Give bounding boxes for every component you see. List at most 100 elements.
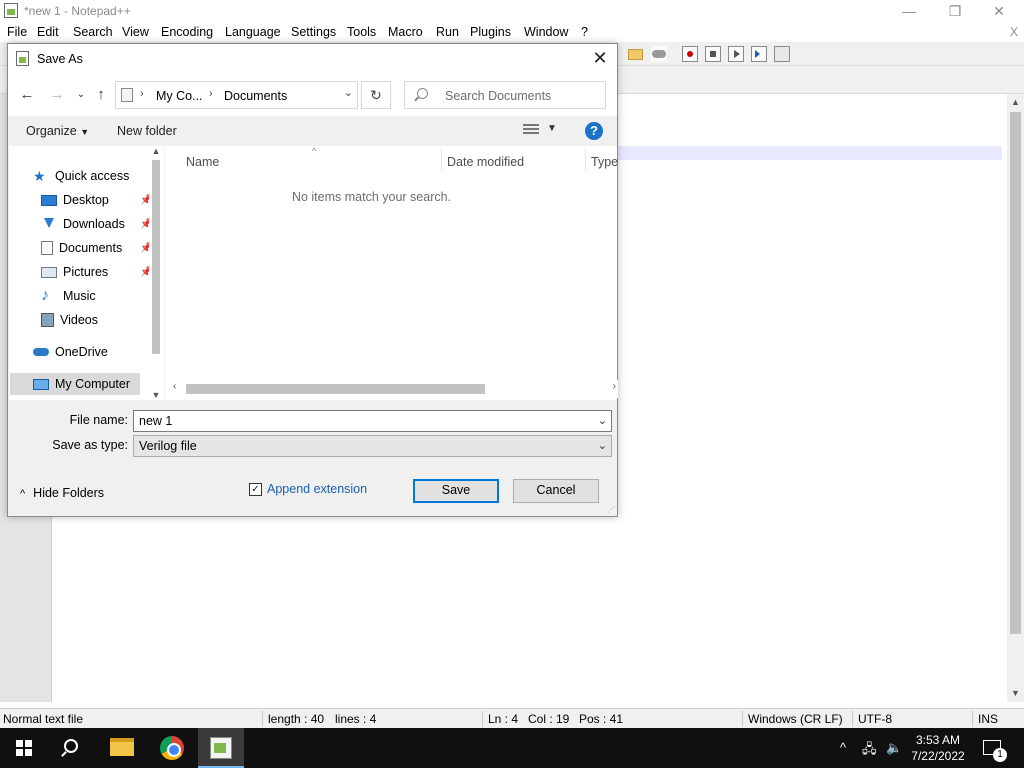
hide-folders-button[interactable]: ^ Hide Folders [20,486,104,500]
breadcrumb-chevron-icon[interactable]: › [140,88,144,100]
maximize-button[interactable]: ❐ [932,0,978,22]
save-button[interactable]: Save [413,479,499,503]
minimize-button[interactable]: — [886,0,932,22]
resize-grip-icon[interactable]: ⋰ [607,505,615,514]
pictures-icon [41,266,57,278]
music-icon: ♪ [41,287,49,304]
file-list-horizontal-scrollbar[interactable]: ‹ › [165,380,618,398]
chevron-down-icon[interactable]: ⌄ [598,414,607,427]
notification-count-badge: 1 [993,748,1007,762]
help-icon[interactable]: ? [585,122,603,140]
nav-quick-access[interactable]: ★ Quick access [33,165,129,187]
navigation-scrollbar[interactable]: ▲ ▼ [149,146,163,400]
volume-icon[interactable]: 🔈 [886,740,902,756]
menu-file[interactable]: File [7,25,27,39]
scrollbar-thumb[interactable] [1010,112,1021,634]
scroll-up-icon[interactable]: ▲ [1007,94,1024,111]
clock-time: 3:53 AM [915,733,961,747]
notepad-app-icon [16,51,29,66]
folder-icon[interactable] [627,46,643,62]
menu-language[interactable]: Language [225,25,281,39]
nav-documents[interactable]: Documents [41,237,122,259]
nav-desktop[interactable]: Desktop [41,189,151,211]
stop-recording-icon[interactable] [705,46,721,62]
dialog-close-button[interactable]: ✕ [583,44,617,74]
notepad-plus-plus-taskbar-icon[interactable] [198,728,244,768]
scroll-down-icon[interactable]: ▼ [1007,685,1024,702]
chrome-icon[interactable] [160,736,184,760]
nav-music[interactable]: ♪ Music [41,285,96,307]
scroll-left-icon[interactable]: ‹ [173,381,176,392]
nav-label: Music [63,289,96,303]
cancel-button[interactable]: Cancel [513,479,599,503]
menu-view[interactable]: View [122,25,149,39]
status-separator [742,711,743,727]
chevron-down-icon[interactable]: ⌄ [598,439,607,452]
column-header-name[interactable]: Name [186,155,219,169]
search-box[interactable]: Search Documents [404,81,606,109]
nav-downloads[interactable]: Downloads [41,213,125,235]
taskbar-search-icon[interactable] [64,739,78,753]
checkbox-checked-icon[interactable]: ✓ [249,482,262,496]
scroll-right-icon[interactable]: › [613,381,616,392]
playback-macro-icon[interactable] [728,46,744,62]
save-macro-icon[interactable] [774,46,790,62]
scrollbar-thumb[interactable] [152,160,160,354]
scroll-down-icon[interactable]: ▼ [149,390,163,400]
editor-vertical-scrollbar[interactable]: ▲ ▼ [1007,94,1024,702]
nav-videos[interactable]: Videos [41,309,98,331]
menu-window[interactable]: Window [524,25,568,39]
recent-locations-chevron-icon[interactable]: ⌄ [70,84,92,106]
status-encoding: UTF-8 [858,712,892,726]
breadcrumb-chevron-icon[interactable]: › [209,88,213,100]
menu-help[interactable]: ? [581,25,588,39]
record-macro-icon[interactable] [682,46,698,62]
forward-arrow-icon[interactable]: → [46,84,68,106]
menu-run[interactable]: Run [436,25,459,39]
address-dropdown-icon[interactable]: ⌄ [344,86,353,99]
network-icon[interactable]: 🖧 [862,740,877,762]
menu-macro[interactable]: Macro [388,25,423,39]
windows-start-icon[interactable] [16,740,32,756]
nav-my-computer[interactable]: My Computer [10,373,140,395]
organize-button[interactable]: Organize ▼ [26,124,89,138]
nav-pictures[interactable]: Pictures [41,261,108,283]
menu-search[interactable]: Search [73,25,113,39]
save-as-type-select[interactable]: Verilog file ⌄ [133,435,612,457]
chevron-down-icon[interactable]: ▼ [547,123,557,134]
append-extension-checkbox[interactable]: ✓ Append extension [249,482,367,496]
nav-onedrive[interactable]: OneDrive [33,341,108,363]
close-button[interactable]: ✕ [976,0,1022,22]
refresh-icon[interactable]: ↻ [361,81,391,109]
command-bar: Organize ▼ New folder ▼ ? [8,116,617,146]
scroll-up-icon[interactable]: ▲ [149,146,163,156]
file-name-value: new 1 [139,414,173,428]
column-header-type[interactable]: Type [591,155,618,169]
column-header-date-modified[interactable]: Date modified [447,155,524,169]
view-options-icon[interactable] [523,124,539,136]
new-folder-button[interactable]: New folder [117,124,177,138]
column-divider[interactable] [441,148,442,172]
address-bar[interactable]: › My Co... › Documents ⌄ [115,81,358,109]
file-explorer-icon[interactable] [110,738,134,756]
breadcrumb-my-computer[interactable]: My Co... [156,89,203,103]
file-name-input[interactable]: new 1 ⌄ [133,410,612,432]
menu-encoding[interactable]: Encoding [161,25,213,39]
menu-tools[interactable]: Tools [347,25,376,39]
cloud-icon[interactable] [651,46,667,62]
nav-label: Quick access [55,169,130,183]
menu-edit[interactable]: Edit [37,25,59,39]
back-arrow-icon[interactable]: ← [16,84,38,106]
show-hidden-icons-chevron-icon[interactable]: ^ [840,740,846,755]
clock[interactable]: 3:53 AM 7/22/2022 [908,732,968,764]
menu-plugins[interactable]: Plugins [470,25,511,39]
column-divider[interactable] [585,148,586,172]
run-macro-multiple-icon[interactable] [751,46,767,62]
up-arrow-icon[interactable]: ↑ [90,84,112,106]
file-list[interactable]: ^ Name Date modified Type No items match… [164,146,618,400]
scrollbar-thumb[interactable] [186,384,485,394]
close-document-button[interactable]: X [1010,25,1018,39]
breadcrumb-documents[interactable]: Documents [224,89,287,103]
menu-settings[interactable]: Settings [291,25,336,39]
nav-label: Pictures [63,265,109,279]
